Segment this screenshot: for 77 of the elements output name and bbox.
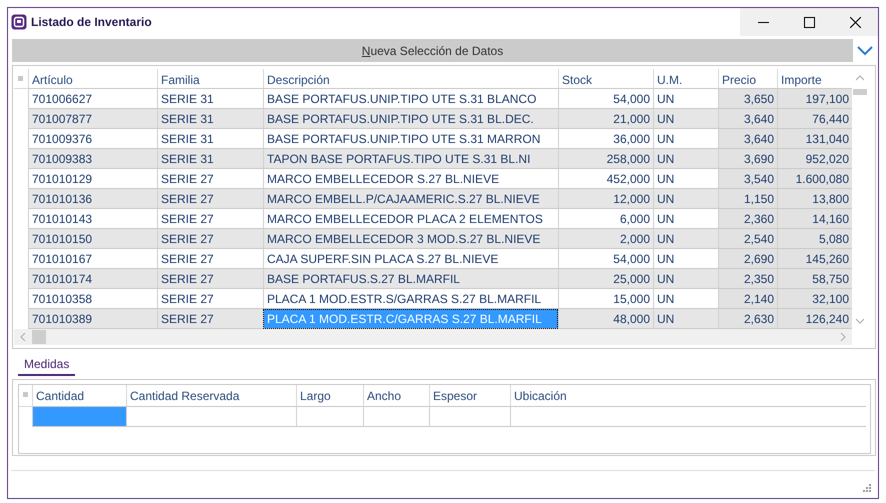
table-cell: 126,240: [777, 309, 852, 329]
table-cell: 258,000: [558, 149, 653, 169]
column-header[interactable]: U.M.: [653, 69, 718, 89]
column-header[interactable]: Stock: [558, 69, 653, 89]
table-cell: SERIE 27: [157, 189, 263, 209]
table-cell: 197,100: [777, 89, 852, 109]
table-cell: 3,640: [718, 129, 777, 149]
table-cell: 2,000: [558, 229, 653, 249]
table-cell: SERIE 31: [157, 149, 263, 169]
window-title: Listado de Inventario: [31, 15, 152, 29]
table-cell: 13,800: [777, 189, 852, 209]
table-cell: BASE PORTAFUS.S.27 BL.MARFIL: [263, 269, 558, 289]
table-cell: 25,000: [558, 269, 653, 289]
table-cell: 3,640: [718, 109, 777, 129]
table-cell: 701010174: [28, 269, 157, 289]
table-cell: UN: [653, 269, 718, 289]
table-cell: UN: [653, 229, 718, 249]
table-cell: BASE PORTAFUS.UNIP.TIPO UTE S.31 BL.DEC.: [263, 109, 558, 129]
scroll-left-icon: [20, 333, 26, 341]
table-cell: UN: [653, 309, 718, 329]
maximize-icon: [804, 16, 814, 28]
resize-grip-icon: [863, 484, 871, 492]
table-cell: PLACA 1 MOD.ESTR.C/GARRAS S.27 BL.MARFIL: [263, 309, 558, 329]
table-cell: 701010150: [28, 229, 157, 249]
table-cell: 131,040: [777, 129, 852, 149]
table-cell: 21,000: [558, 109, 653, 129]
table-cell: 1.600,080: [777, 169, 852, 189]
new-selection-button[interactable]: Nueva Selección de Datos: [12, 39, 853, 62]
chevron-down-icon: [856, 46, 872, 56]
table-cell: UN: [653, 109, 718, 129]
table-cell: 14,160: [777, 209, 852, 229]
table-cell: 2,540: [718, 229, 777, 249]
table-cell: 701007877: [28, 109, 157, 129]
table-cell: SERIE 31: [157, 109, 263, 129]
table-cell: 12,000: [558, 189, 653, 209]
scroll-up-icon: [856, 75, 864, 81]
scroll-right-icon: [840, 333, 846, 341]
table-cell: 76,440: [777, 109, 852, 129]
table-cell: SERIE 27: [157, 269, 263, 289]
table-cell: 701010136: [28, 189, 157, 209]
table-cell: 58,750: [777, 269, 852, 289]
table-cell: 2,630: [718, 309, 777, 329]
table-cell: MARCO EMBELL.P/CAJAAMERIC.S.27 BL.NIEVE: [263, 189, 558, 209]
app-icon: [11, 14, 27, 30]
table-cell: 3,540: [718, 169, 777, 189]
table-cell: SERIE 27: [157, 309, 263, 329]
table-cell: 3,650: [718, 89, 777, 109]
scrollbar-thumb[interactable]: [853, 89, 867, 95]
table-cell: 701010389: [28, 309, 157, 329]
table-cell: 145,260: [777, 249, 852, 269]
table-cell: UN: [653, 149, 718, 169]
table-cell: 5,080: [777, 229, 852, 249]
table-cell: 3,690: [718, 149, 777, 169]
table-cell: 2,140: [718, 289, 777, 309]
table-cell: 2,360: [718, 209, 777, 229]
table-cell: 2,690: [718, 249, 777, 269]
table-cell: UN: [653, 189, 718, 209]
table-cell: 2,350: [718, 269, 777, 289]
table-cell: SERIE 27: [157, 229, 263, 249]
scrollbar-thumb[interactable]: [32, 330, 46, 344]
column-header[interactable]: Familia: [157, 69, 263, 89]
column-header[interactable]: Cantidad Reservada: [126, 385, 296, 407]
column-header[interactable]: Ubicación: [510, 385, 866, 407]
table-cell: MARCO EMBELLECEDOR 3 MOD.S.27 BL.NIEVE: [263, 229, 558, 249]
column-header[interactable]: Largo: [296, 385, 363, 407]
table-cell: 1,150: [718, 189, 777, 209]
table-cell: 48,000: [558, 309, 653, 329]
column-header[interactable]: Descripción: [263, 69, 558, 89]
table-cell: 32,100: [777, 289, 852, 309]
close-icon: [850, 16, 860, 28]
column-header[interactable]: Ancho: [363, 385, 429, 407]
scroll-down-icon: [856, 318, 864, 324]
column-header[interactable]: Espesor: [429, 385, 510, 407]
table-cell: 701009383: [28, 149, 157, 169]
table-cell: 952,020: [777, 149, 852, 169]
table-cell: TAPON BASE PORTAFUS.TIPO UTE S.31 BL.NI: [263, 149, 558, 169]
column-header[interactable]: Artículo: [28, 69, 157, 89]
